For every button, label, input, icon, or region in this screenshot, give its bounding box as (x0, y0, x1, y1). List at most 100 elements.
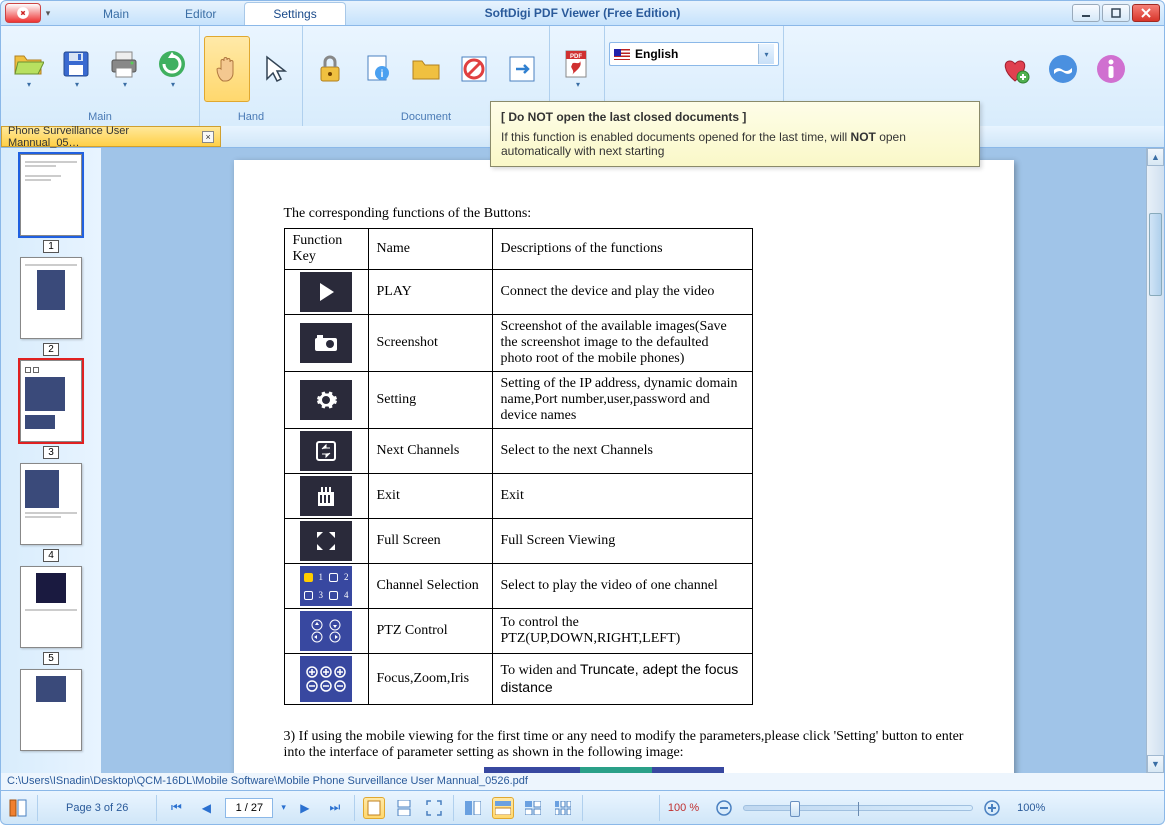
select-tool-button[interactable] (252, 36, 298, 102)
scroll-down-button[interactable]: ▼ (1147, 755, 1164, 773)
page-indicator: Page 3 of 26 (66, 802, 128, 814)
tab-settings[interactable]: Settings (244, 2, 345, 25)
document-tab[interactable]: Phone Surveillance User Mannual_05… × (1, 126, 221, 147)
continuous-page-button[interactable] (393, 797, 415, 819)
tooltip-title: [ Do NOT open the last closed documents … (501, 110, 969, 124)
doc-intro: The corresponding functions of the Butto… (284, 206, 964, 222)
app-menu-dropdown-icon[interactable]: ▾ (41, 8, 55, 19)
sidebar-toggle-button[interactable] (7, 797, 29, 819)
table-row: PLAYConnect the device and play the vide… (284, 270, 752, 315)
zoom-out-button[interactable] (713, 797, 735, 819)
info-button[interactable] (1088, 36, 1134, 102)
last-page-button[interactable]: ⏭ (324, 797, 346, 819)
focus-zoom-icon (300, 656, 352, 702)
language-selector[interactable]: English ▾ (609, 42, 779, 66)
exit-icon (300, 476, 352, 516)
ribbon-group-main: ▾ ▾ ▾ ▾ Main (1, 26, 200, 126)
document-tab-label: Phone Surveillance User Mannual_05… (8, 125, 198, 149)
thumbnail-2[interactable] (20, 257, 82, 339)
bottom-toolbar: Page 3 of 26 ⏮ ◀ ▾ ▶ ⏭ 100 % 100% (0, 791, 1165, 825)
group-label-main: Main (88, 109, 112, 126)
close-tab-button[interactable]: × (202, 131, 214, 143)
next-page-button[interactable]: ▶ (294, 797, 316, 819)
table-row: Next ChannelsSelect to the next Channels (284, 429, 752, 474)
table-row: PTZ ControlTo control the PTZ(UP,DOWN,RI… (284, 609, 752, 654)
gear-icon (300, 380, 352, 420)
table-row: 1 23 4Channel SelectionSelect to play th… (284, 564, 752, 609)
thumb-label-4: 4 (43, 549, 59, 562)
reopen-document-button[interactable] (499, 36, 545, 102)
document-view[interactable]: The corresponding functions of the Butto… (101, 148, 1146, 773)
thumbnail-4[interactable] (20, 463, 82, 545)
thumbnail-5[interactable] (20, 566, 82, 648)
thumbnail-6[interactable] (20, 669, 82, 751)
thumbnail-3[interactable] (20, 360, 82, 442)
title-bar: ▾ Main Editor Settings SoftDigi PDF View… (0, 0, 1165, 26)
tooltip: [ Do NOT open the last closed documents … (490, 101, 980, 167)
ribbon-group-help (988, 26, 1164, 126)
zoom-in-button[interactable] (981, 797, 1003, 819)
channel-select-icon: 1 23 4 (300, 566, 352, 606)
ptz-icon (300, 611, 352, 651)
no-link-button[interactable] (451, 36, 497, 102)
open-button[interactable]: ▾ (5, 36, 51, 102)
table-row: ScreenshotScreenshot of the available im… (284, 315, 752, 372)
prev-page-button[interactable]: ◀ (195, 797, 217, 819)
window-title: SoftDigi PDF Viewer (Free Edition) (485, 6, 681, 20)
print-button[interactable]: ▾ (101, 36, 147, 102)
layout-4-button[interactable] (552, 797, 574, 819)
scroll-thumb[interactable] (1149, 213, 1162, 295)
svg-text:i: i (381, 69, 384, 80)
tab-editor[interactable]: Editor (157, 3, 244, 25)
scroll-up-button[interactable]: ▲ (1147, 148, 1164, 166)
security-button[interactable] (307, 36, 353, 102)
pdf-page: The corresponding functions of the Butto… (234, 160, 1014, 773)
th-desc: Descriptions of the functions (492, 229, 752, 270)
single-page-button[interactable] (363, 797, 385, 819)
group-label-document: Document (401, 109, 451, 126)
favorite-button[interactable] (992, 36, 1038, 102)
language-label: English (635, 47, 678, 61)
svg-text:PDF: PDF (570, 54, 582, 60)
play-icon (300, 272, 352, 312)
folder-button[interactable] (403, 36, 449, 102)
page-input[interactable] (225, 798, 273, 818)
zoom-percent: 100% (1017, 802, 1045, 814)
document-info-button[interactable]: i (355, 36, 401, 102)
partners-button[interactable] (1040, 36, 1086, 102)
function-table: Function Key Name Descriptions of the fu… (284, 228, 753, 705)
save-button[interactable]: ▾ (53, 36, 99, 102)
tab-main[interactable]: Main (75, 3, 157, 25)
fit-page-button[interactable] (423, 797, 445, 819)
thumbnail-1[interactable] (20, 154, 82, 236)
table-row: ExitExit (284, 474, 752, 519)
hand-tool-button[interactable] (204, 36, 250, 102)
vertical-scrollbar[interactable]: ▲ ▼ (1146, 148, 1164, 773)
thumb-label-3: 3 (43, 446, 59, 459)
thumb-label-1: 1 (43, 240, 59, 253)
th-key: Function Key (284, 229, 368, 270)
first-page-button[interactable]: ⏮ (165, 797, 187, 819)
table-row: SettingSetting of the IP address, dynami… (284, 372, 752, 429)
pdf-button[interactable]: PDF▾ (554, 36, 600, 102)
layout-1-button[interactable] (462, 797, 484, 819)
app-menu-button[interactable] (5, 3, 41, 23)
thumbnail-panel[interactable]: 1 2 3 4 5 (1, 148, 101, 773)
minimize-button[interactable] (1072, 4, 1100, 22)
dropdown-icon[interactable]: ▾ (758, 44, 774, 64)
ribbon-tabs: Main Editor Settings (75, 1, 346, 25)
zoom-slider[interactable] (743, 805, 973, 811)
maximize-button[interactable] (1102, 4, 1130, 22)
thumb-label-2: 2 (43, 343, 59, 356)
zoom-label: 100 % (668, 802, 699, 814)
flag-icon (614, 49, 630, 60)
zoom-handle[interactable] (790, 801, 800, 817)
main-area: 1 2 3 4 5 The corresponding functions of… (0, 148, 1165, 773)
fullscreen-icon (300, 521, 352, 561)
tooltip-body: If this function is enabled documents op… (501, 130, 969, 158)
layout-3-button[interactable] (522, 797, 544, 819)
close-button[interactable] (1132, 4, 1160, 22)
layout-2-button[interactable] (492, 797, 514, 819)
scroll-track[interactable] (1147, 166, 1164, 755)
reload-button[interactable]: ▾ (149, 36, 195, 102)
